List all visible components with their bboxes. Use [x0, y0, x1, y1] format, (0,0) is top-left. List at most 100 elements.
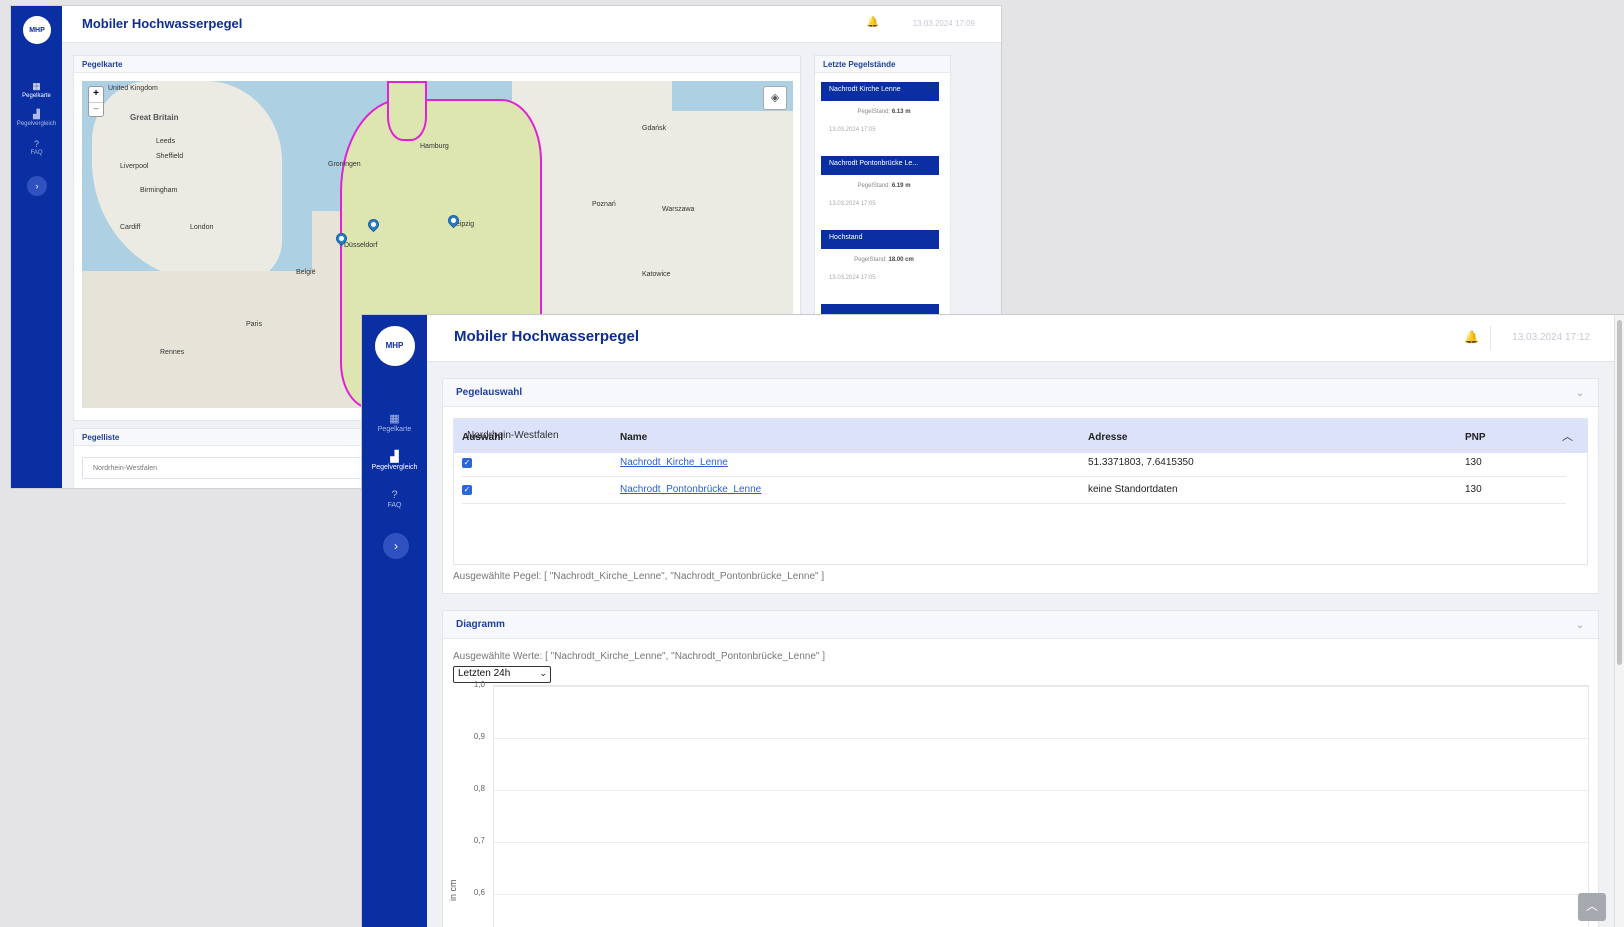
- foreground-window: MHP ▦ Pegelkarte ▟ Pegelvergleich ? FAQ › M…: [361, 314, 1624, 927]
- chevron-down-icon[interactable]: ⌄: [1576, 388, 1584, 399]
- pegel-card-name: Nachrodt Kirche Lenne: [821, 82, 939, 101]
- zoom-control: + −: [88, 86, 104, 117]
- map-label: Katowice: [642, 271, 671, 278]
- table-row: ✓ Nachrodt_Pontonbrücke_Lenne keine Stan…: [462, 476, 1566, 504]
- map-label: België: [296, 269, 316, 276]
- pegelauswahl-header[interactable]: Pegelauswahl ⌄: [443, 379, 1598, 407]
- gridline: [494, 686, 1588, 687]
- pegel-card[interactable]: Nachrodt Pontonbrücke Le... PegelStand: …: [821, 156, 939, 230]
- pegel-card-name: Hochstand: [821, 230, 939, 249]
- select-checkbox[interactable]: ✓: [462, 458, 472, 468]
- pegel-link[interactable]: Nachrodt_Kirche_Lenne: [620, 457, 728, 468]
- question-icon: ?: [391, 489, 398, 501]
- diagramm-card: Diagramm ⌄ Ausgewählte Werte: [ "Nachrodt…: [442, 610, 1599, 927]
- sidebar: MHP ▦ Pegelkarte ▟ Pegelvergleich ? FAQ ›: [362, 315, 427, 927]
- logo[interactable]: MHP: [373, 324, 416, 367]
- map-marker[interactable]: [333, 230, 350, 248]
- column-header: Auswahl: [462, 427, 620, 450]
- y-tick-label: 0,9: [473, 732, 485, 741]
- map-marker[interactable]: [365, 216, 382, 234]
- address-cell: keine Standortdaten: [1088, 476, 1465, 504]
- timestamp: 13.03.2024 17:09: [912, 19, 975, 28]
- pegel-link[interactable]: Nachrodt_Pontonbrücke_Lenne: [620, 484, 761, 495]
- column-header: Adresse: [1088, 427, 1465, 450]
- y-tick-label: 1,0: [473, 680, 485, 689]
- bell-icon[interactable]: 🔔: [867, 17, 879, 28]
- y-axis-label: in cm: [448, 879, 458, 901]
- map-label: Sheffield: [156, 153, 184, 160]
- gear-logo-icon: MHP: [374, 325, 415, 366]
- logo[interactable]: MHP: [21, 14, 53, 46]
- app-title: Mobiler Hochwasserpegel: [454, 328, 640, 345]
- time-range-select[interactable]: Letzten 24h ⌄: [453, 666, 551, 683]
- pnp-cell: 130: [1465, 476, 1566, 504]
- y-tick-label: 0,7: [473, 836, 485, 845]
- scroll-to-top-button[interactable]: ︿: [1578, 893, 1606, 921]
- table-row: ✓ Nachrodt_Kirche_Lenne 51.3371803, 7.64…: [462, 449, 1566, 477]
- chart-icon: ▟: [33, 109, 40, 119]
- diagramm-title: Diagramm: [456, 619, 505, 630]
- map-label: Warszawa: [662, 206, 695, 213]
- gridline: [494, 894, 1588, 895]
- map-label: London: [190, 224, 214, 231]
- zoom-in-button[interactable]: +: [89, 87, 103, 102]
- pnp-cell: 130: [1465, 449, 1566, 477]
- map-label: Paris: [246, 321, 262, 328]
- map-label: Great Britain: [130, 113, 179, 122]
- chevron-down-icon: ⌄: [539, 668, 547, 678]
- y-tick-label: 0,6: [473, 888, 485, 897]
- map-icon: ▦: [389, 413, 400, 425]
- letzte-pegelstaende-card: Letzte Pegelstände Nachrodt Kirche Lenne…: [814, 55, 951, 315]
- chevron-down-icon[interactable]: ⌄: [1576, 620, 1584, 631]
- pegelauswahl-card: Pegelauswahl ⌄ Nordrhein-Westfalen ︿ Auswa…: [442, 378, 1599, 594]
- selected-values-text: Ausgewählte Werte: [ "Nachrodt_Kirche_Le…: [453, 651, 826, 662]
- scrollbar-thumb[interactable]: [1617, 320, 1622, 665]
- chevron-right-icon: ›: [35, 181, 39, 191]
- pegel-card[interactable]: Nachrodt Kirche Lenne PegelStand: 6.13 m…: [821, 82, 939, 156]
- column-header: PNP: [1465, 427, 1566, 450]
- chevron-up-icon: ︿: [1585, 899, 1598, 913]
- map-card-title: Pegelkarte: [74, 56, 800, 73]
- scrollbar[interactable]: [1614, 315, 1624, 927]
- sidebar-item-faq[interactable]: ? FAQ: [11, 139, 62, 156]
- topbar: Mobiler Hochwasserpegel 🔔 13.03.2024 17:…: [427, 315, 1614, 362]
- zoom-out-button[interactable]: −: [89, 102, 103, 117]
- gridline: [494, 738, 1588, 739]
- sidebar-item-faq[interactable]: ? FAQ: [362, 489, 427, 509]
- chart-icon: ▟: [390, 451, 399, 463]
- layers-icon[interactable]: ◈: [763, 86, 787, 110]
- topbar: Mobiler Hochwasserpegel 🔔 13.03.2024 17:…: [62, 6, 1001, 43]
- map-label: Hamburg: [420, 143, 449, 150]
- divider: [1490, 326, 1491, 350]
- pegelauswahl-title: Pegelauswahl: [456, 387, 523, 398]
- map-icon: ▦: [32, 81, 41, 91]
- map-label: Cardiff: [120, 224, 141, 231]
- map-label: Leeds: [156, 138, 176, 145]
- map-label: Poznań: [592, 201, 616, 208]
- diagramm-header[interactable]: Diagramm ⌄: [443, 611, 1598, 639]
- pegel-table: Auswahl Name Adresse PNP ✓ Nachrodt_Kirc…: [462, 427, 1566, 504]
- expand-sidebar-button[interactable]: ›: [27, 176, 47, 196]
- sidebar-item-pegelvergleich[interactable]: ▟ Pegelvergleich: [362, 450, 427, 471]
- column-header: Name: [620, 427, 1088, 450]
- letzte-pegelstaende-title: Letzte Pegelstände: [815, 56, 950, 73]
- expand-sidebar-button[interactable]: ›: [383, 533, 409, 559]
- gridline: [494, 790, 1588, 791]
- map-marker[interactable]: [445, 212, 462, 230]
- app-title: Mobiler Hochwasserpegel: [82, 16, 243, 31]
- map-land-dk: [387, 81, 427, 141]
- sidebar-item-pegelvergleich[interactable]: ▟ Pegelvergleich: [11, 109, 62, 127]
- pegel-card[interactable]: Hochstand PegelStand: 18.00 cm 13.03.2024…: [821, 230, 939, 304]
- address-cell: 51.3371803, 7.6415350: [1088, 449, 1465, 477]
- sidebar-item-pegelkarte[interactable]: ▦ Pegelkarte: [362, 412, 427, 433]
- y-tick-label: 0,8: [473, 784, 485, 793]
- pegel-card[interactable]: [821, 304, 939, 314]
- map-label: Liverpool: [120, 163, 149, 170]
- bell-icon[interactable]: 🔔: [1464, 330, 1479, 344]
- map-land-gb: [92, 81, 282, 281]
- sidebar: MHP ▦ Pegelkarte ▟ Pegelvergleich ? FAQ ›: [11, 6, 62, 488]
- sidebar-item-pegelkarte[interactable]: ▦ Pegelkarte: [11, 81, 62, 99]
- timestamp: 13.03.2024 17:12: [1512, 332, 1590, 343]
- select-checkbox[interactable]: ✓: [462, 485, 472, 495]
- map-label: Rennes: [160, 349, 185, 356]
